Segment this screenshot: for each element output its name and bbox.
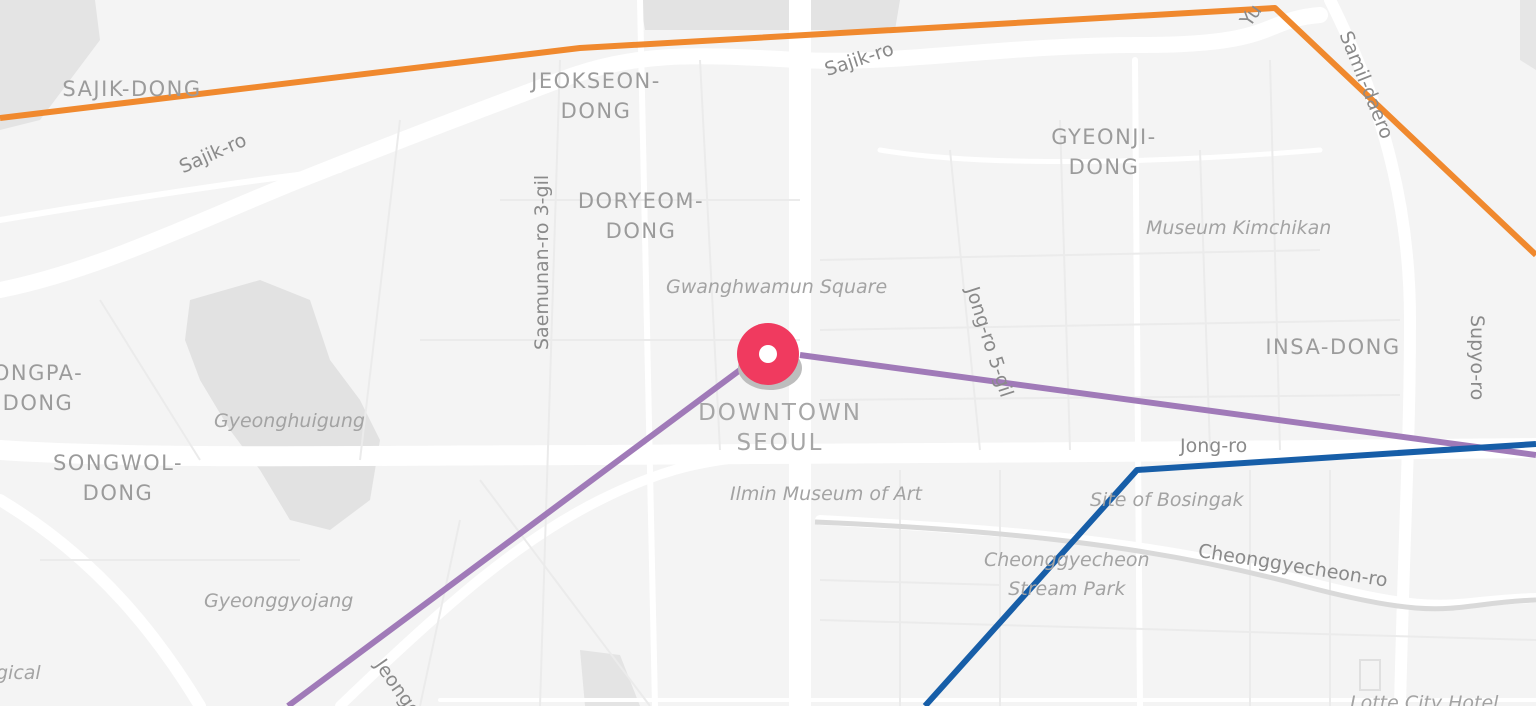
road-label-jong-ro: Jong-ro <box>1180 435 1248 457</box>
poi-gyeonghuigung[interactable]: Gyeonghuigung <box>214 410 365 432</box>
map-canvas[interactable]: SAJIK-DONG JEOKSEON- DONG DORYEOM- DONG GY… <box>0 0 1536 706</box>
district-jeokseon-dong: JEOKSEON- DONG <box>531 69 661 123</box>
district-songwol-dong: SONGWOL- DONG <box>52 451 184 505</box>
building-block <box>640 0 900 30</box>
poi-ilmin-museum[interactable]: Ilmin Museum of Art <box>730 483 922 505</box>
marker-dot-icon <box>759 345 777 363</box>
poi-museum-kimchikan[interactable]: Museum Kimchikan <box>1146 217 1331 239</box>
district-pyeongpa-dong: ONGPA- DONG <box>0 361 84 415</box>
marker-label: DOWNTOWN SEOUL <box>698 400 862 456</box>
district-gyeonji-dong: GYEONJI- DONG <box>1051 125 1157 179</box>
district-sajik-dong: SAJIK-DONG <box>62 77 202 101</box>
poi-cheonggyecheon-park[interactable]: Cheonggyecheon Stream Park <box>984 546 1150 604</box>
poi-gwanghwamun-square[interactable]: Gwanghwamun Square <box>666 276 887 298</box>
district-doryeom-dong: DORYEOM- DONG <box>577 189 705 243</box>
poi-gyeonggyojang[interactable]: Gyeonggyojang <box>204 590 353 612</box>
district-insa-dong: INSA-DONG <box>1265 335 1401 359</box>
poi-site-of-bosingak[interactable]: Site of Bosingak <box>1090 489 1243 511</box>
poi-lotte-city-hotel[interactable]: Lotte City Hotel <box>1350 692 1498 706</box>
poi-gical[interactable]: gical <box>0 662 41 684</box>
road-label-saemunan-ro-3-gil: Saemunan-ro 3-gil <box>531 174 553 350</box>
road-label-supyo-ro: Supyo-ro <box>1466 315 1488 401</box>
